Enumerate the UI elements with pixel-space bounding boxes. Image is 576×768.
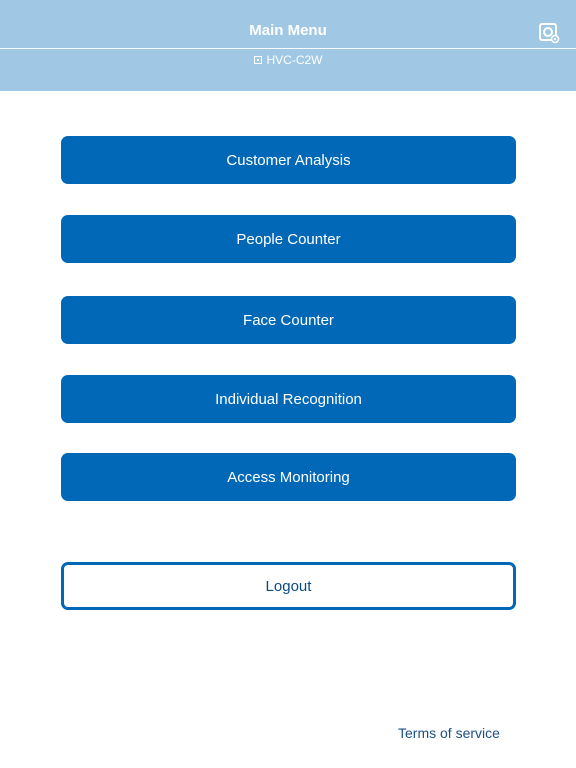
camera-settings-icon xyxy=(539,23,560,44)
logout-button[interactable]: Logout xyxy=(61,562,516,610)
face-counter-button[interactable]: Face Counter xyxy=(61,296,516,344)
device-name: HVC-C2W xyxy=(266,53,323,67)
page-title: Main Menu xyxy=(249,22,327,39)
people-counter-button[interactable]: People Counter xyxy=(61,215,516,263)
header-divider xyxy=(0,48,576,49)
terms-of-service-link[interactable]: Terms of service xyxy=(398,725,500,741)
access-monitoring-button[interactable]: Access Monitoring xyxy=(61,453,516,501)
device-indicator: HVC-C2W xyxy=(0,53,576,67)
customer-analysis-button[interactable]: Customer Analysis xyxy=(61,136,516,184)
top-nav-bar: Main Menu HVC-C2W xyxy=(0,0,576,91)
individual-recognition-button[interactable]: Individual Recognition xyxy=(61,375,516,423)
camera-device-icon xyxy=(253,56,262,64)
camera-settings-button[interactable] xyxy=(538,22,560,44)
